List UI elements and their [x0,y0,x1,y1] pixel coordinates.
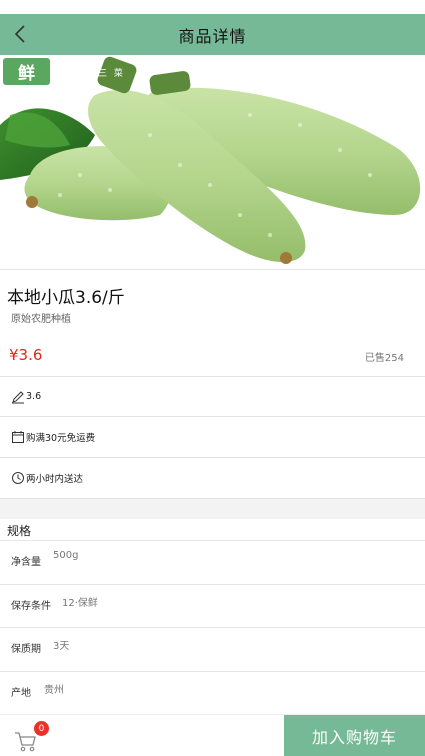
product-subtitle: 原始农肥种植 [11,314,71,325]
add-to-cart-button[interactable]: 加入购物车 [284,715,425,756]
product-name: 本地小瓜3.6/斤 [7,288,125,308]
cart-icon [15,732,36,752]
page-title: 商品详情 [178,26,247,46]
bottom-bar: 0 加入购物车 [0,714,425,756]
product-price: ¥3.6 [9,346,43,364]
badge-subtext: 三 菜 [98,69,125,79]
spec-row: 产地 贵州 [0,671,425,715]
info-row-delivery: 两小时内送达 [0,457,425,497]
cart-count-badge: 0 [34,721,49,736]
specs-title: 规格 [7,524,32,538]
info-text: 3.6 [26,391,42,402]
section-divider [0,498,425,519]
fresh-badge: 鲜 [3,58,50,85]
spec-row: 保存条件 12·保鲜 [0,584,425,628]
pencil-icon [12,390,24,403]
calendar-icon [12,430,24,443]
spec-value: 3天 [53,641,70,652]
info-row-shipping: 购满30元免运费 [0,416,425,456]
back-button[interactable] [6,20,34,48]
spec-value: 贵州 [44,685,64,696]
zucchini-image [0,55,425,269]
spec-value: 500g [53,550,79,561]
chevron-left-icon [14,25,25,43]
spec-label: 保存条件 [11,601,51,612]
info-text: 两小时内送达 [26,473,84,485]
spec-row: 保质期 3天 [0,627,425,671]
spec-row: 净含量 500g [0,540,425,584]
status-strip [0,0,425,14]
cart-button[interactable]: 0 [14,721,54,755]
product-image: 鲜 三 菜 [0,55,425,270]
info-text: 购满30元免运费 [26,432,96,444]
spec-label: 净含量 [11,557,41,568]
sold-count: 已售254 [364,353,404,364]
navigation-bar: 商品详情 [0,14,425,55]
spec-label: 保质期 [11,644,41,655]
info-row-price: 3.6 [0,376,425,416]
spec-value: 12·保鲜 [62,598,98,609]
clock-icon [12,471,24,484]
spec-label: 产地 [11,688,31,699]
